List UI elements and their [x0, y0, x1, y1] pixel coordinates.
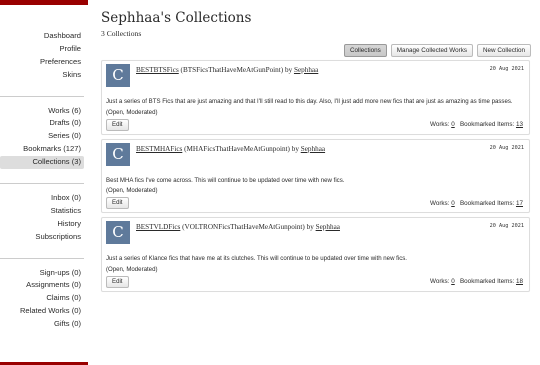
collection-icon[interactable]: C	[106, 221, 130, 244]
collection-title: BESTVLDFics (VOLTRONFicsThatHaveMeAtGunp…	[136, 221, 340, 231]
bookmarked-label: Bookmarked Items:	[459, 121, 515, 128]
sidebar-item-inbox[interactable]: Inbox (0)	[0, 192, 84, 205]
works-count-link[interactable]: 0	[451, 200, 455, 207]
sidebar-divider	[0, 183, 84, 185]
collection-status: (Open, Moderated)	[106, 187, 158, 194]
sidebar-item-claims[interactable]: Claims (0)	[0, 292, 84, 305]
sidebar-item-history[interactable]: History	[0, 218, 84, 231]
collection-description: Just a series of Klance fics that have m…	[106, 255, 407, 262]
sidebar-item-collections[interactable]: Collections (3)	[0, 156, 84, 170]
by-label: by	[291, 144, 299, 153]
brand-stripe	[0, 0, 88, 5]
new-collection-button[interactable]: New Collection	[477, 44, 531, 57]
collection-name-link[interactable]: BESTBTSFics	[136, 66, 179, 74]
collection-stats: Works: 0 Bookmarked Items: 13	[430, 121, 525, 128]
collection-header: C BESTBTSFics (BTSFicsThatHaveMeAtGunPoi…	[102, 61, 529, 92]
page-title: Sephhaa's Collections	[101, 10, 252, 26]
sidebar-item-dashboard[interactable]: Dashboard	[0, 30, 84, 43]
collection-actions: Collections Manage Collected Works New C…	[343, 44, 531, 57]
sidebar-group-content: Works (6) Drafts (0) Series (0) Bookmark…	[0, 105, 84, 170]
works-count-link[interactable]: 0	[451, 278, 455, 285]
sidebar-group-activity: Inbox (0) Statistics History Subscriptio…	[0, 192, 84, 244]
top-bar	[0, 0, 540, 8]
sidebar-item-drafts[interactable]: Drafts (0)	[0, 117, 84, 130]
sidebar-item-works[interactable]: Works (6)	[0, 105, 84, 118]
collection-description: Best MHA fics I've come across. This wil…	[106, 176, 345, 184]
collection-description: Just a series of BTS Fics that are just …	[106, 98, 513, 105]
dashboard-sidebar: Dashboard Profile Preferences Skins Work…	[0, 30, 84, 331]
collection-stats: Works: 0 Bookmarked Items: 17	[430, 200, 525, 207]
collection-title: BESTMHAFics (MHAFicsThatHaveMeAtGunpoint…	[136, 143, 325, 153]
edit-button[interactable]: Edit	[106, 275, 129, 288]
owner-link[interactable]: Sephhaa	[294, 66, 318, 74]
sidebar-item-subscriptions[interactable]: Subscriptions	[0, 231, 84, 244]
collection-handle: (MHAFicsThatHaveMeAtGunpoint)	[184, 144, 290, 153]
collection-name-link[interactable]: BESTMHAFics	[136, 145, 182, 153]
sidebar-divider	[0, 95, 84, 97]
bookmarked-count-link[interactable]: 18	[516, 278, 523, 285]
owner-link[interactable]: Sephhaa	[301, 145, 325, 153]
collections-button[interactable]: Collections	[343, 44, 387, 57]
collection-date: 20 Aug 2021	[489, 66, 524, 72]
sidebar-item-bookmarks[interactable]: Bookmarks (127)	[0, 143, 84, 156]
collection-handle: (VOLTRONFicsThatHaveMeAtGunpoint)	[182, 223, 305, 231]
collection-count: 3 Collections	[101, 29, 142, 38]
sidebar-item-series[interactable]: Series (0)	[0, 130, 84, 143]
collection-status: (Open, Moderated)	[106, 265, 158, 273]
collection-footer: Edit Works: 0 Bookmarked Items: 18	[102, 273, 529, 291]
sidebar-group-challenges: Sign-ups (0) Assignments (0) Claims (0) …	[0, 267, 84, 331]
by-label: by	[306, 223, 314, 231]
collection-footer: Edit Works: 0 Bookmarked Items: 13	[102, 116, 529, 134]
collection-card: C BESTMHAFics (MHAFicsThatHaveMeAtGunpoi…	[101, 138, 530, 213]
manage-collected-works-button[interactable]: Manage Collected Works	[390, 44, 473, 57]
sidebar-item-preferences[interactable]: Preferences	[0, 56, 84, 69]
collection-header: C BESTVLDFics (VOLTRONFicsThatHaveMeAtGu…	[102, 218, 529, 249]
collection-date: 20 Aug 2021	[489, 223, 524, 229]
collection-icon[interactable]: C	[106, 142, 130, 166]
bookmarked-count-link[interactable]: 17	[516, 200, 523, 207]
by-label: by	[284, 66, 293, 74]
sidebar-item-profile[interactable]: Profile	[0, 43, 84, 56]
collection-header: C BESTMHAFics (MHAFicsThatHaveMeAtGunpoi…	[102, 140, 529, 171]
works-label: Works:	[429, 121, 450, 128]
collection-stats: Works: 0 Bookmarked Items: 18	[430, 278, 525, 285]
sidebar-group-account: Dashboard Profile Preferences Skins	[0, 30, 84, 82]
bookmarked-label: Bookmarked Items:	[459, 278, 515, 285]
sidebar-item-gifts[interactable]: Gifts (0)	[0, 318, 84, 331]
sidebar-item-related-works[interactable]: Related Works (0)	[0, 305, 84, 318]
sidebar-item-statistics[interactable]: Statistics	[0, 205, 84, 218]
collection-list: C BESTBTSFics (BTSFicsThatHaveMeAtGunPoi…	[101, 60, 530, 296]
collection-status: (Open, Moderated)	[106, 108, 158, 116]
collection-icon[interactable]: C	[106, 64, 130, 87]
edit-button[interactable]: Edit	[106, 118, 129, 131]
bookmarked-count-link[interactable]: 13	[516, 121, 523, 128]
sidebar-divider	[0, 257, 84, 259]
sidebar-item-skins[interactable]: Skins	[0, 69, 84, 82]
works-label: Works:	[429, 278, 450, 285]
works-label: Works:	[429, 199, 450, 207]
sidebar-item-assignments[interactable]: Assignments (0)	[0, 279, 84, 292]
sidebar-item-signups[interactable]: Sign-ups (0)	[0, 267, 84, 280]
works-count-link[interactable]: 0	[451, 121, 455, 128]
collection-card: C BESTBTSFics (BTSFicsThatHaveMeAtGunPoi…	[101, 60, 530, 135]
collection-title: BESTBTSFics (BTSFicsThatHaveMeAtGunPoint…	[136, 64, 318, 74]
owner-link[interactable]: Sephhaa	[316, 223, 340, 231]
collection-card: C BESTVLDFics (VOLTRONFicsThatHaveMeAtGu…	[101, 217, 530, 292]
collection-name-link[interactable]: BESTVLDFics	[136, 223, 180, 231]
collection-handle: (BTSFicsThatHaveMeAtGunPoint)	[180, 66, 284, 74]
collection-date: 20 Aug 2021	[489, 144, 524, 151]
bookmarked-label: Bookmarked Items:	[459, 199, 515, 207]
edit-button[interactable]: Edit	[106, 197, 129, 209]
collection-footer: Edit Works: 0 Bookmarked Items: 17	[102, 194, 529, 212]
